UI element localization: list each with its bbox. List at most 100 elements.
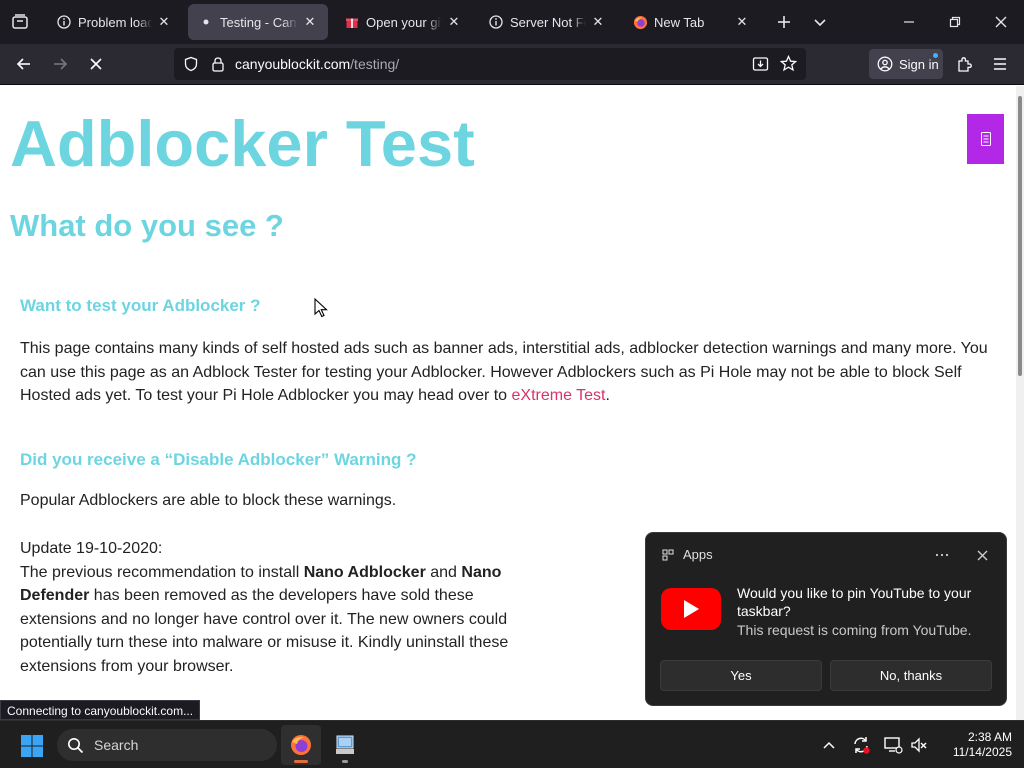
- taskbar: Search 2:38 AM 11/14/2025: [0, 720, 1024, 768]
- taskbar-search[interactable]: Search: [57, 729, 277, 761]
- address-bar[interactable]: canyoublockit.com/testing/: [174, 48, 806, 80]
- mouse-pointer-icon: [314, 298, 328, 318]
- show-hidden-icons-button[interactable]: [819, 733, 839, 757]
- taskbar-computer-app[interactable]: [325, 725, 365, 765]
- running-indicator: [342, 760, 348, 763]
- restore-icon: [949, 16, 961, 28]
- stop-loading-button[interactable]: [80, 48, 112, 80]
- window-close-button[interactable]: [978, 0, 1024, 44]
- active-indicator: [294, 760, 308, 763]
- dot-icon: [198, 14, 214, 30]
- section-heading-warning: Did you receive a “Disable Adblocker” Wa…: [20, 450, 417, 469]
- hamburger-menu-icon: [994, 58, 1006, 70]
- url-path: /testing/: [350, 56, 400, 72]
- tab-new-tab[interactable]: New Tab ✕: [622, 4, 760, 40]
- windows-start-icon[interactable]: [20, 734, 44, 758]
- screen: Problem loading page ✕ Testing - Can You…: [0, 0, 1024, 768]
- url-text[interactable]: canyoublockit.com/testing/: [235, 56, 399, 72]
- shield-icon[interactable]: [183, 56, 199, 72]
- chevron-down-icon: [814, 19, 826, 27]
- close-icon[interactable]: ✕: [156, 14, 172, 30]
- search-label: Search: [94, 737, 139, 753]
- tab-manager-icon: [12, 14, 28, 29]
- scrollbar-thumb[interactable]: [1018, 96, 1022, 376]
- minimize-icon: [904, 21, 914, 23]
- notification-dot: [933, 53, 938, 58]
- plus-icon: [778, 16, 790, 28]
- arrow-right-icon: [54, 58, 68, 70]
- update-text-part: and: [425, 563, 462, 581]
- no-thanks-button[interactable]: No, thanks: [830, 660, 992, 691]
- tab-title: New Tab: [654, 14, 705, 30]
- volume-muted-icon[interactable]: [909, 733, 929, 757]
- info-icon: [488, 14, 504, 30]
- url-domain: canyoublockit.com: [235, 56, 351, 72]
- section-paragraph-warning: Popular Adblockers are able to block the…: [20, 492, 397, 509]
- list-all-tabs-button[interactable]: [802, 0, 838, 44]
- tab-testing[interactable]: Testing - Can You Block It ✕: [188, 4, 328, 40]
- new-tab-button[interactable]: [766, 0, 802, 44]
- taskbar-firefox[interactable]: [281, 725, 321, 765]
- tab-server-not-found[interactable]: Server Not Found ✕: [478, 4, 616, 40]
- sync-status-icon[interactable]: [851, 733, 871, 757]
- apps-icon: [662, 549, 674, 560]
- paragraph-end: .: [605, 387, 610, 404]
- info-icon: [56, 14, 72, 30]
- bookmark-star-icon[interactable]: [780, 55, 797, 72]
- notification-app-name: Apps: [683, 547, 713, 562]
- tab-title: Open your gift -: [366, 14, 442, 30]
- back-button[interactable]: [8, 48, 40, 80]
- section-paragraph-test: This page contains many kinds of self ho…: [20, 337, 1000, 408]
- restore-button[interactable]: [932, 0, 978, 44]
- extreme-test-link[interactable]: eXtreme Test: [512, 387, 606, 404]
- extensions-button[interactable]: [948, 48, 980, 80]
- forward-button[interactable]: [44, 48, 76, 80]
- nano-adblocker-text: Nano Adblocker: [303, 563, 426, 581]
- install-app-icon[interactable]: [752, 56, 769, 72]
- update-text: The previous recommendation to install N…: [20, 561, 510, 679]
- tab-title: Server Not Found: [510, 14, 586, 30]
- more-options-button[interactable]: [932, 545, 952, 565]
- tab-open-gift[interactable]: Open your gift - ✕: [334, 4, 472, 40]
- notification-close-button[interactable]: [972, 545, 992, 565]
- side-widget-button[interactable]: [967, 114, 1004, 164]
- minimize-button[interactable]: [886, 0, 932, 44]
- ellipsis-icon: [935, 553, 949, 557]
- update-text-part: has been removed as the developers have …: [20, 587, 509, 675]
- lock-icon[interactable]: [211, 56, 225, 72]
- close-icon: [995, 16, 1007, 28]
- network-icon[interactable]: [883, 733, 903, 757]
- app-menu-button[interactable]: [984, 48, 1016, 80]
- section-heading-test: Want to test your Adblocker ?: [20, 296, 261, 315]
- sign-in-button[interactable]: Sign in: [869, 49, 943, 79]
- update-date: Update 19-10-2020:: [20, 540, 163, 557]
- tab-title: Testing - Can You Block It: [220, 14, 298, 30]
- navigation-toolbar: canyoublockit.com/testing/ Sign in: [0, 44, 1024, 85]
- close-icon[interactable]: ✕: [734, 14, 750, 30]
- yes-button[interactable]: Yes: [660, 660, 822, 691]
- pin-app-notification: Apps Would you like to pin YouTube to yo…: [645, 532, 1007, 706]
- firefox-icon: [632, 14, 648, 30]
- tab-problem-loading[interactable]: Problem loading page ✕: [46, 4, 182, 40]
- puzzle-icon: [957, 56, 972, 72]
- search-icon: [68, 737, 84, 753]
- gift-icon: [344, 14, 360, 30]
- page-title: Adblocker Test: [10, 107, 475, 180]
- notification-header: Apps: [662, 547, 713, 562]
- close-icon[interactable]: ✕: [590, 14, 606, 30]
- chevron-up-icon: [823, 741, 835, 749]
- paragraph-text: This page contains many kinds of self ho…: [20, 340, 988, 404]
- tab-strip: Problem loading page ✕ Testing - Can You…: [0, 0, 1024, 44]
- update-notice: Update 19-10-2020: The previous recommen…: [20, 537, 510, 678]
- arrow-left-icon: [16, 58, 30, 70]
- page-scrollbar[interactable]: [1016, 86, 1024, 720]
- tab-manager-button[interactable]: [0, 0, 40, 44]
- notification-message: Would you like to pin YouTube to your ta…: [737, 585, 972, 619]
- taskbar-clock[interactable]: 2:38 AM 11/14/2025: [936, 730, 1012, 760]
- sign-in-label: Sign in: [899, 56, 939, 72]
- computer-icon: [336, 735, 354, 754]
- close-icon: [90, 58, 102, 70]
- close-icon[interactable]: ✕: [446, 14, 462, 30]
- close-icon[interactable]: ✕: [302, 14, 318, 30]
- firefox-icon: [291, 735, 311, 755]
